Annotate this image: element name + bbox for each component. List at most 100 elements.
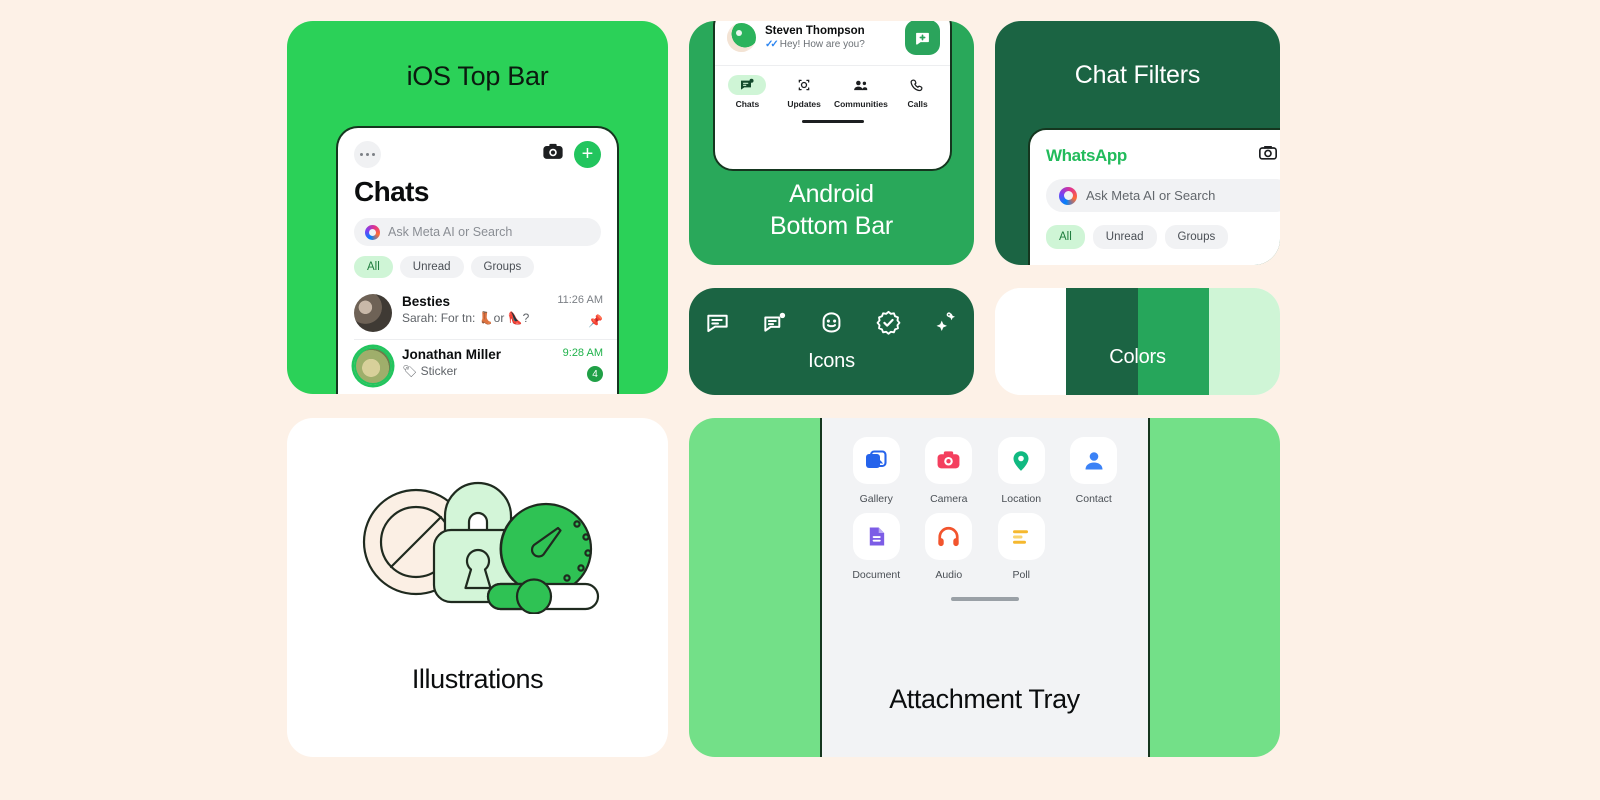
message-badge-icon <box>762 310 787 340</box>
poll-bars-icon <box>997 513 1045 560</box>
attachment-label: Document <box>852 569 901 581</box>
contact-person-icon <box>1070 437 1118 484</box>
camera-icon[interactable] <box>542 141 564 168</box>
android-chat-header-row[interactable]: Steven Thompson ✓✓ Hey! How are you? <box>715 21 950 65</box>
chat-filters-phone-mockup: WhatsApp Ask Meta AI or Search All Unrea… <box>1028 128 1280 265</box>
card-icons[interactable]: Icons <box>689 288 974 395</box>
chat-name: Besties <box>402 294 451 309</box>
camera-icon[interactable] <box>1258 143 1278 168</box>
attachment-gallery[interactable]: Gallery <box>840 437 913 505</box>
ios-chip-all[interactable]: All <box>354 256 393 278</box>
attachment-empty-slot <box>1058 513 1131 581</box>
color-swatch-light-green <box>1208 288 1280 395</box>
attachment-document[interactable]: Document <box>840 513 913 581</box>
whatsapp-header: WhatsApp <box>1030 130 1280 168</box>
emoji-smiley-icon <box>819 310 844 340</box>
chat-list-item[interactable]: Besties Sarah: For tn: 👢or 👠? 11:26 AM 📌 <box>354 287 617 339</box>
attachment-grid: Gallery Camera Location Contact Document… <box>822 418 1148 581</box>
avatar <box>354 347 392 385</box>
filters-search-placeholder: Ask Meta AI or Search <box>1086 188 1216 203</box>
attachment-poll[interactable]: Poll <box>985 513 1058 581</box>
ios-top-icon-row: + <box>338 128 617 172</box>
tab-label: Updates <box>787 99 821 109</box>
attachment-audio[interactable]: Audio <box>913 513 986 581</box>
attachment-label: Audio <box>935 569 963 581</box>
ios-phone-mockup: + Chats Ask Meta AI or Search All Unread… <box>336 126 619 394</box>
color-swatch-primary-green <box>1137 288 1209 395</box>
camera-icon <box>925 437 973 484</box>
android-bottom-nav: Chats Updates Communities Calls <box>715 65 950 113</box>
color-swatch-white <box>995 288 1067 395</box>
attachment-label: Camera <box>930 493 968 505</box>
tab-calls[interactable]: Calls <box>889 75 946 109</box>
ios-search-input[interactable]: Ask Meta AI or Search <box>354 218 601 246</box>
chat-time: 9:28 AM <box>562 347 603 359</box>
filter-chip-unread[interactable]: Unread <box>1092 225 1157 249</box>
card-title-ios: iOS Top Bar <box>406 61 549 91</box>
ios-chip-unread[interactable]: Unread <box>399 256 464 278</box>
communities-icon <box>842 75 880 95</box>
card-illustrations[interactable]: Illustrations <box>287 418 668 757</box>
whatsapp-wordmark: WhatsApp <box>1046 145 1127 165</box>
location-pin-icon <box>997 437 1045 484</box>
chat-preview: Sarah: For tn: 👢or 👠? <box>402 311 530 325</box>
message-preview: Hey! How are you? <box>779 39 865 50</box>
meta-ai-icon <box>365 224 380 240</box>
card-chat-filters[interactable]: Chat Filters WhatsApp Ask Meta AI or Sea… <box>995 21 1280 265</box>
tab-label: Chats <box>735 99 760 109</box>
tab-updates[interactable]: Updates <box>776 75 833 109</box>
double-check-icon: ✓✓ <box>765 39 779 50</box>
home-indicator <box>801 120 864 123</box>
plus-icon[interactable]: + <box>574 141 601 168</box>
chats-icon <box>728 75 767 95</box>
new-chat-icon[interactable] <box>905 21 940 55</box>
card-title-illustrations: Illustrations <box>411 664 544 694</box>
card-attachment-tray[interactable]: Gallery Camera Location Contact Document… <box>689 418 1280 757</box>
card-ios-top-bar[interactable]: iOS Top Bar + Chats Ask Meta AI or Searc… <box>287 21 668 394</box>
attachment-label: Poll <box>1012 569 1030 581</box>
home-indicator <box>951 597 1019 601</box>
card-title-android-line1: Android <box>789 180 874 208</box>
sparkle-ai-icon <box>933 310 958 340</box>
document-icon <box>852 513 900 560</box>
chat-name: Jonathan Miller <box>402 347 502 362</box>
privacy-lock-illustration <box>287 418 668 614</box>
meta-ai-icon <box>1059 186 1077 205</box>
headphones-icon <box>925 513 973 560</box>
attachment-label: Location <box>1001 493 1042 505</box>
chat-text: Jonathan Miller 🏷 Sticker <box>402 347 553 385</box>
card-colors[interactable]: Colors <box>995 288 1280 395</box>
chat-meta: 11:26 AM 📌 <box>557 294 603 332</box>
card-title-icons: Icons <box>808 350 855 372</box>
android-phone-mockup: Steven Thompson ✓✓ Hey! How are you? Cha… <box>713 21 952 171</box>
filter-chip-all[interactable]: All <box>1046 225 1085 249</box>
ios-top-actions: + <box>542 141 601 168</box>
attachment-location[interactable]: Location <box>985 437 1058 505</box>
card-title-chat-filters: Chat Filters <box>1074 61 1201 89</box>
card-title-android: Android Bottom Bar <box>689 179 974 243</box>
attachment-contact[interactable]: Contact <box>1058 437 1131 505</box>
filters-chip-row: All Unread Groups <box>1030 212 1280 249</box>
chat-preview: 🏷 Sticker <box>402 364 458 378</box>
design-system-board: iOS Top Bar + Chats Ask Meta AI or Searc… <box>0 0 1600 800</box>
attachment-camera[interactable]: Camera <box>913 437 986 505</box>
android-chat-text: Steven Thompson ✓✓ Hey! How are you? <box>765 25 896 50</box>
unread-badge: 4 <box>587 366 603 382</box>
tab-chats[interactable]: Chats <box>719 75 776 109</box>
ios-search-placeholder: Ask Meta AI or Search <box>388 225 513 239</box>
filter-chip-groups[interactable]: Groups <box>1164 225 1229 249</box>
ios-page-title: Chats <box>354 176 429 207</box>
avatar <box>354 294 392 332</box>
chat-list-item[interactable]: Jonathan Miller 🏷 Sticker 9:28 AM 4 <box>354 339 617 392</box>
ios-chip-groups[interactable]: Groups <box>470 256 535 278</box>
pin-icon: 📌 <box>588 314 603 328</box>
card-android-bottom-bar[interactable]: Steven Thompson ✓✓ Hey! How are you? Cha… <box>689 21 974 265</box>
chat-text: Besties Sarah: For tn: 👢or 👠? <box>402 294 547 332</box>
tab-communities[interactable]: Communities <box>833 75 890 109</box>
overflow-dots-icon[interactable] <box>354 141 381 168</box>
contact-name: Steven Thompson <box>765 25 865 37</box>
chat-meta: 9:28 AM 4 <box>563 347 603 385</box>
card-title-colors: Colors <box>1109 346 1166 368</box>
filters-search-input[interactable]: Ask Meta AI or Search <box>1046 179 1280 212</box>
header-actions <box>1258 143 1280 168</box>
